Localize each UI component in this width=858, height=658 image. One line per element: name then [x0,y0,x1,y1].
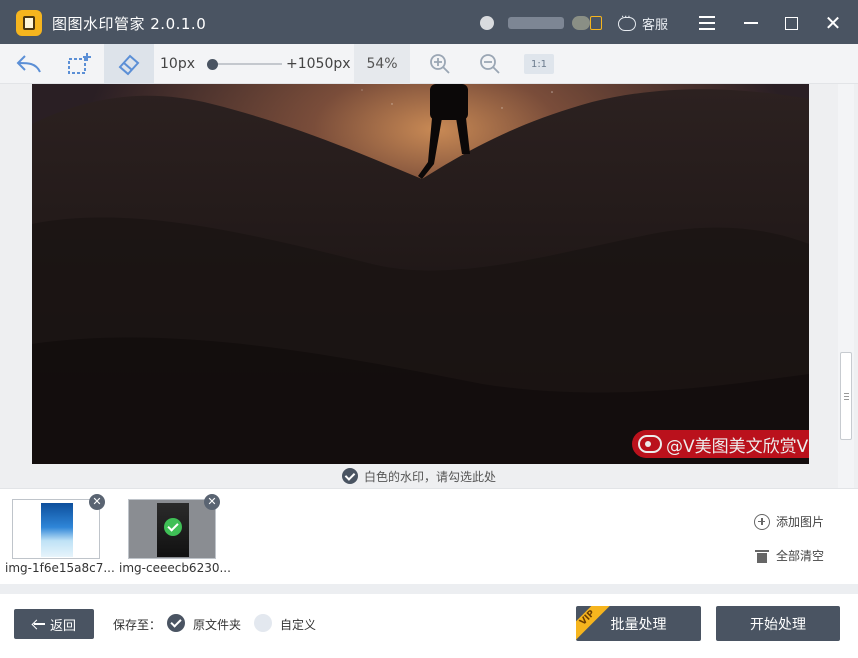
section-divider [0,584,858,594]
white-watermark-hint: 白色的水印，请勾选此处 [363,469,496,484]
weibo-logo-icon [638,435,662,453]
avatar [480,16,494,30]
save-to-label: 保存至： [113,618,162,632]
menu-icon[interactable] [696,12,718,34]
user-account[interactable] [480,14,602,32]
night-rocks-photo [32,84,809,464]
remove-thumbnail-1-icon[interactable]: ✕ [89,494,105,510]
zoom-out-button[interactable] [467,44,513,84]
eraser-brush-button[interactable] [104,44,154,84]
zoom-in-button[interactable] [417,44,463,84]
watermark-overlay: @V美图美文欣赏V [632,430,809,458]
thumbnail-1-label: img-1f6e15a8c7... [5,561,115,575]
white-watermark-checkbox[interactable] [341,468,358,484]
chat-icon [618,12,636,31]
brush-size-max: +1050px [286,56,351,72]
clear-all-button[interactable]: 全部清空 [754,547,824,564]
vertical-scrollbar[interactable] [838,84,854,488]
zoom-in-icon [430,54,450,74]
undo-button[interactable] [6,44,52,84]
brush-size-min: 10px [160,56,195,72]
preview-image[interactable]: @V美图美文欣赏V [32,84,809,464]
minimize-icon[interactable] [740,12,762,34]
app-logo-icon [16,10,42,36]
add-image-button[interactable]: 添加图片 [754,513,824,530]
actual-size-button[interactable]: 1:1 [524,54,554,74]
add-circle-icon [754,513,770,530]
close-icon[interactable]: ✕ [822,12,844,34]
service-label: 客服 [642,18,669,33]
maximize-icon[interactable] [780,12,802,34]
zoom-level: 54% [354,44,410,84]
thumbnail-2-label: img-ceeecb6230... [119,561,231,575]
rectangle-select-icon [68,53,91,74]
trash-icon [755,549,769,563]
zoom-out-icon [480,54,500,74]
undo-icon [16,55,41,73]
add-image-label: 添加图片 [776,515,825,529]
vip-badge-icon [590,16,602,30]
scrollbar-thumb[interactable] [840,352,852,440]
thumbnail-image [41,503,73,557]
custom-folder-label[interactable]: 自定义 [280,616,316,633]
clear-all-label: 全部清空 [776,549,825,563]
username-blurred [508,17,564,29]
image-list: ✕ img-1f6e15a8c7... ✕ img-ceeecb6230... … [0,488,858,584]
toolbar: 10px +1050px 54% 1:1 [0,44,858,84]
customer-service-button[interactable]: 客服 [618,12,669,33]
original-folder-label[interactable]: 原文件夹 [193,616,241,633]
bottom-bar: 返回 保存至： 原文件夹 自定义 VIP 批量处理 开始处理 [0,594,858,658]
radio-custom-folder[interactable] [254,614,272,632]
start-process-label: 开始处理 [750,616,806,633]
select-region-button[interactable] [56,44,102,84]
remove-thumbnail-2-icon[interactable]: ✕ [204,494,220,510]
thumbnail-2[interactable] [128,499,216,559]
preview-canvas: @V美图美文欣赏V 白色的水印，请勾选此处 [0,84,858,488]
white-watermark-option[interactable]: 白色的水印，请勾选此处 [0,464,838,488]
batch-process-button[interactable]: VIP 批量处理 [576,606,701,641]
back-arrow-icon [32,619,46,629]
title-bar: 图图水印管家 2.0.1.0 客服 ✕ [0,0,858,44]
vip-ribbon: VIP [576,606,611,641]
back-button[interactable]: 返回 [14,609,94,639]
slider-handle[interactable] [207,59,218,70]
radio-original-folder[interactable] [167,614,185,632]
selected-check-icon [164,518,182,536]
start-process-button[interactable]: 开始处理 [716,606,840,641]
batch-process-label: 批量处理 [610,616,667,633]
back-label: 返回 [49,618,76,634]
app-title: 图图水印管家 2.0.1.0 [52,15,207,33]
thumbnail-1[interactable] [12,499,100,559]
brush-size-slider[interactable] [204,58,282,70]
watermark-text: @V美图美文欣赏V [666,436,809,457]
user-badge-blurred [572,16,590,30]
eraser-icon [118,54,140,76]
